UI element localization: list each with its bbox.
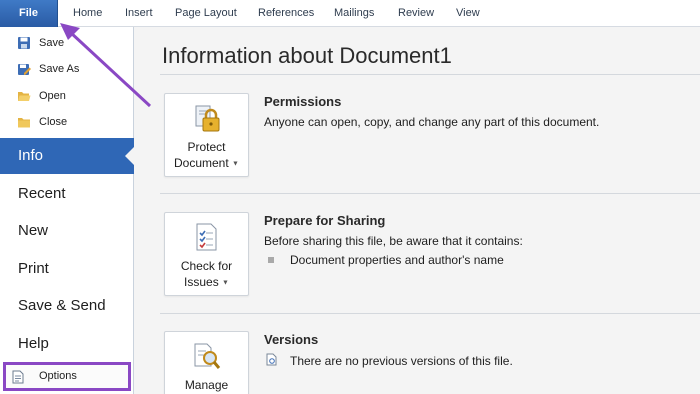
nav-save-send[interactable]: Save & Send: [0, 288, 134, 324]
ribbon-tab-bar: File Home Insert Page Layout References …: [0, 0, 700, 27]
bullet-square-icon: [268, 257, 274, 263]
backstage-nav: Save Save As Open Close Info Recent New …: [0, 27, 135, 394]
nav-info[interactable]: Info: [0, 138, 135, 174]
tab-mailings[interactable]: Mailings: [334, 7, 374, 19]
nav-new[interactable]: New: [0, 213, 134, 249]
tab-page-layout[interactable]: Page Layout: [175, 7, 237, 19]
open-label: Open: [39, 90, 66, 102]
save-as-command[interactable]: Save As: [0, 58, 134, 82]
save-as-label: Save As: [39, 63, 80, 75]
open-command[interactable]: Open: [0, 85, 134, 109]
nav-recent-label: Recent: [18, 185, 66, 202]
tab-file[interactable]: File: [0, 0, 58, 27]
tab-home[interactable]: Home: [73, 7, 102, 19]
manage-label: Manage: [184, 378, 229, 392]
options-label: Options: [39, 370, 77, 382]
version-document-icon: [266, 353, 277, 366]
divider: [160, 193, 700, 194]
permissions-text: Anyone can open, copy, and change any pa…: [264, 115, 600, 129]
tab-review[interactable]: Review: [398, 7, 434, 19]
options-document-icon: [12, 370, 24, 384]
save-label: Save: [39, 37, 65, 49]
check-for-issues-label-line2: Issues ▼: [184, 275, 229, 289]
nav-recent[interactable]: Recent: [0, 176, 134, 212]
permissions-heading: Permissions: [264, 94, 342, 109]
versions-heading: Versions: [264, 332, 319, 347]
nav-print-label: Print: [18, 260, 49, 277]
nav-save-send-label: Save & Send: [18, 297, 106, 314]
divider: [160, 74, 700, 75]
lock-icon: [195, 105, 220, 132]
close-label: Close: [39, 116, 68, 128]
sharing-bullet-item: Document properties and author's name: [290, 253, 504, 267]
close-command[interactable]: Close: [0, 111, 134, 135]
options-button[interactable]: Options: [3, 362, 131, 391]
tab-view[interactable]: View: [456, 7, 480, 19]
check-for-issues-label-line1: Check for: [180, 259, 233, 273]
page-title: Information about Document1: [162, 43, 452, 68]
protect-document-button[interactable]: Protect Document ▼: [164, 93, 249, 177]
save-icon: [18, 37, 30, 49]
save-command[interactable]: Save: [0, 32, 134, 56]
selection-pointer: [125, 146, 135, 166]
dropdown-caret-icon: ▼: [232, 160, 239, 168]
manage-versions-button[interactable]: Manage: [164, 331, 249, 394]
tab-references[interactable]: References: [258, 7, 314, 19]
magnifier-document-icon: [194, 343, 221, 369]
dropdown-caret-icon: ▼: [222, 279, 229, 287]
nav-help-label: Help: [18, 335, 49, 352]
nav-info-label: Info: [18, 147, 44, 164]
nav-new-label: New: [18, 222, 49, 239]
nav-help[interactable]: Help: [0, 326, 134, 362]
protect-document-label-line2: Document ▼: [174, 156, 239, 170]
check-for-issues-button[interactable]: Check for Issues ▼: [164, 212, 249, 296]
versions-text: There are no previous versions of this f…: [290, 354, 513, 368]
tab-insert[interactable]: Insert: [125, 7, 153, 19]
close-folder-icon: [18, 118, 30, 128]
divider: [160, 313, 700, 314]
checklist-icon: [196, 223, 217, 251]
prepare-for-sharing-heading: Prepare for Sharing: [264, 213, 386, 228]
save-as-icon: [18, 64, 31, 75]
nav-print[interactable]: Print: [0, 251, 134, 287]
prepare-for-sharing-text: Before sharing this file, be aware that …: [264, 234, 523, 248]
open-folder-icon: [18, 92, 31, 101]
protect-document-label-line1: Protect: [187, 140, 226, 154]
